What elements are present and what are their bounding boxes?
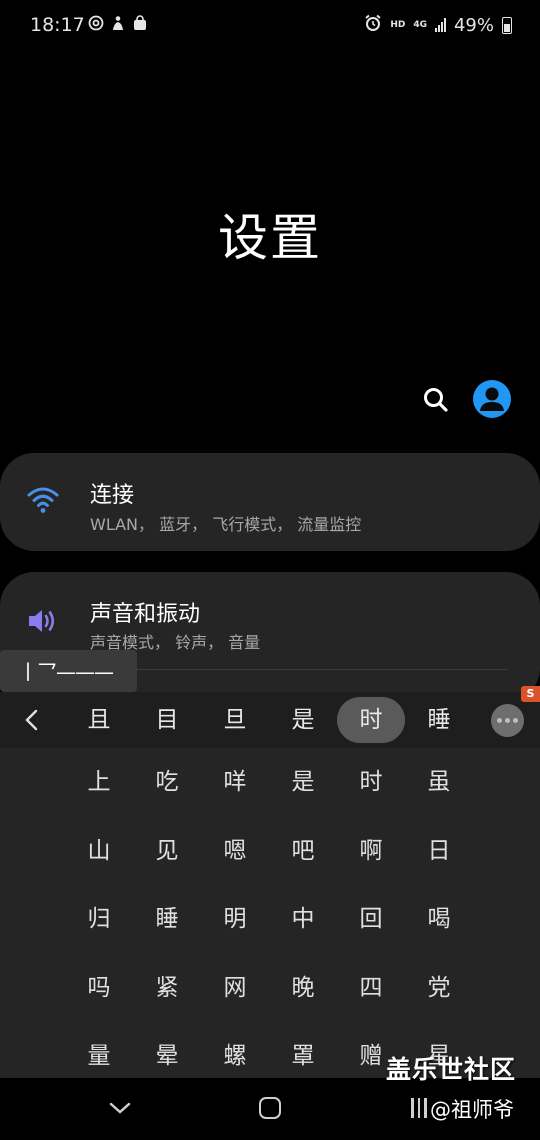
grid-candidate[interactable]: 咩 [201, 762, 269, 802]
chevron-down-icon[interactable] [108, 1098, 132, 1118]
candidate-word[interactable]: 睡 [405, 697, 473, 743]
figure-icon [110, 15, 126, 35]
signal-icon [434, 18, 446, 32]
grid-candidate[interactable]: 睡 [133, 899, 201, 939]
search-button[interactable] [420, 384, 452, 416]
grid-candidate[interactable]: 吧 [269, 831, 337, 871]
grid-candidate[interactable]: 吗 [65, 968, 133, 1008]
settings-item-connections[interactable]: 连接 WLAN， 蓝牙， 飞行模式， 流量监控 [0, 453, 540, 551]
search-icon [424, 388, 448, 412]
speaker-icon [29, 610, 55, 632]
grid-candidate[interactable]: 上 [65, 762, 133, 802]
battery-percent: 49% [453, 14, 494, 36]
candidate-word-selected[interactable]: 时 [337, 697, 405, 743]
page-title: 设置 [218, 209, 322, 267]
grid-candidate[interactable]: 量 [65, 1036, 133, 1076]
grid-candidate[interactable]: 螺 [201, 1036, 269, 1076]
candidate-word[interactable]: 旦 [201, 697, 269, 743]
grid-candidate[interactable]: 是 [269, 762, 337, 802]
grid-candidate[interactable]: 明 [201, 899, 269, 939]
grid-candidate[interactable]: 日 [405, 831, 473, 871]
target-icon [88, 15, 104, 35]
grid-candidate[interactable]: 党 [405, 968, 473, 1008]
status-bar: 18:17 HD 4G 49% [0, 0, 540, 52]
wifi-icon [27, 487, 59, 513]
grid-candidate[interactable]: 归 [65, 899, 133, 939]
recent-apps-button[interactable] [411, 1098, 431, 1120]
grid-candidate[interactable]: 四 [337, 968, 405, 1008]
grid-candidate[interactable]: 见 [133, 831, 201, 871]
settings-item-title: 声音和振动 [90, 602, 201, 627]
more-icon[interactable] [491, 704, 524, 737]
handwriting-preview: 丨乛——— [0, 650, 137, 692]
grid-candidate[interactable]: 虽 [405, 762, 473, 802]
grid-candidate[interactable]: 罩 [269, 1036, 337, 1076]
grid-candidate[interactable]: 回 [337, 899, 405, 939]
candidate-grid: 上 吃 咩 是 时 虽 山 见 嗯 吧 啊 日 归 睡 明 中 回 喝 吗 紧 … [0, 748, 540, 1078]
status-time: 18:17 [30, 14, 85, 36]
hd-label: HD [390, 19, 406, 30]
network-label: 4G [413, 19, 427, 30]
battery-icon [502, 16, 512, 34]
grid-candidate[interactable]: 网 [201, 968, 269, 1008]
candidate-word[interactable]: 目 [133, 697, 201, 743]
grid-candidate[interactable]: 晕 [133, 1036, 201, 1076]
watermark-author: @祖师爷 [430, 1098, 514, 1122]
candidate-bar: 且 目 旦 是 时 睡 [0, 692, 540, 748]
chevron-left-icon[interactable] [20, 706, 44, 734]
account-icon [480, 387, 504, 411]
shopping-bag-icon [132, 15, 148, 35]
alarm-icon [364, 14, 382, 36]
home-button[interactable] [259, 1097, 281, 1119]
settings-item-subtitle: WLAN， 蓝牙， 飞行模式， 流量监控 [90, 515, 362, 534]
settings-item-title: 连接 [90, 483, 135, 508]
grid-candidate[interactable]: 山 [65, 831, 133, 871]
grid-candidate[interactable]: 中 [269, 899, 337, 939]
status-system-icons: HD 4G 49% [364, 14, 512, 36]
grid-candidate[interactable]: 晚 [269, 968, 337, 1008]
grid-candidate[interactable]: 嗯 [201, 831, 269, 871]
watermark-title: 盖乐世社区 [386, 1055, 517, 1084]
grid-candidate[interactable]: 喝 [405, 899, 473, 939]
grid-candidate[interactable]: 时 [337, 762, 405, 802]
candidate-word[interactable]: 且 [65, 697, 133, 743]
grid-candidate[interactable]: 啊 [337, 831, 405, 871]
brand-badge: S [521, 686, 540, 702]
account-button[interactable] [473, 380, 511, 418]
grid-candidate[interactable]: 紧 [133, 968, 201, 1008]
grid-candidate[interactable]: 吃 [133, 762, 201, 802]
divider [90, 669, 508, 670]
status-notification-icons [88, 15, 148, 35]
candidate-word[interactable]: 是 [269, 697, 337, 743]
